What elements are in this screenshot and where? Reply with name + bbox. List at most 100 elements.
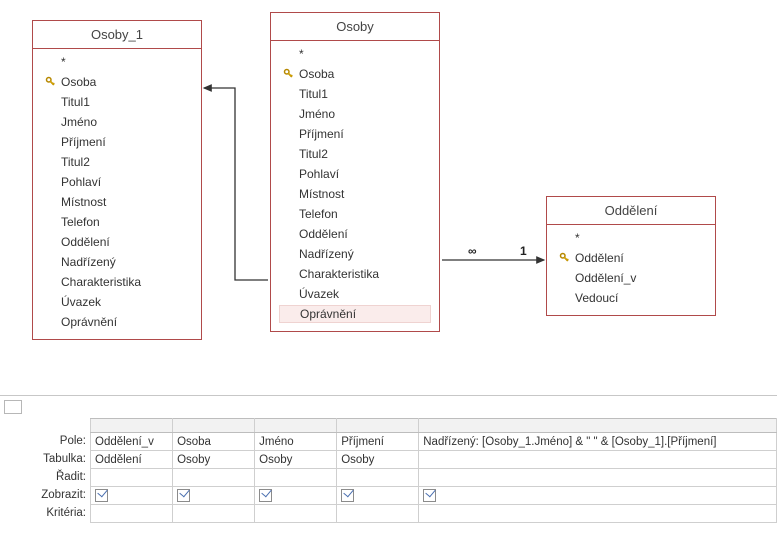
label-pole: Pole: xyxy=(0,432,86,450)
field-label: Nadřízený xyxy=(297,247,354,261)
pole-cell[interactable]: Příjmení xyxy=(337,433,419,451)
entity-field[interactable]: Oddělení xyxy=(41,233,193,251)
kriteria-cell[interactable] xyxy=(91,505,173,523)
pole-cell[interactable]: Oddělení_v xyxy=(91,433,173,451)
field-label: Oprávnění xyxy=(59,315,117,329)
column-selector[interactable] xyxy=(91,419,173,433)
field-label: Osoba xyxy=(297,67,334,81)
field-label: Titul1 xyxy=(59,95,90,109)
selector-box[interactable] xyxy=(4,400,22,414)
entity-fields: * Oddělení Oddělení_v Vedoucí xyxy=(547,225,715,315)
field-label: * xyxy=(297,47,304,61)
entity-field[interactable]: * xyxy=(41,53,193,71)
entity-field[interactable]: * xyxy=(555,229,707,247)
entity-field[interactable]: Oddělení xyxy=(555,249,707,267)
zobrazit-cell[interactable] xyxy=(255,487,337,505)
show-checkbox[interactable] xyxy=(177,489,190,502)
entity-field[interactable]: Titul1 xyxy=(41,93,193,111)
tabulka-cell[interactable]: Osoby xyxy=(255,451,337,469)
kriteria-cell[interactable] xyxy=(255,505,337,523)
entity-field[interactable]: Charakteristika xyxy=(279,265,431,283)
field-label: Místnost xyxy=(59,195,106,209)
kriteria-cell[interactable] xyxy=(337,505,419,523)
radit-cell[interactable] xyxy=(337,469,419,487)
entity-oddeleni[interactable]: Oddělení * Oddělení Oddělení_v Vedoucí xyxy=(546,196,716,316)
zobrazit-cell[interactable] xyxy=(419,487,777,505)
query-design-grid[interactable]: Pole: Tabulka: Řadit: Zobrazit: Kritéria… xyxy=(0,418,777,523)
entity-field[interactable]: Titul2 xyxy=(279,145,431,163)
field-label: Vedoucí xyxy=(573,291,618,305)
entity-field[interactable]: Nadřízený xyxy=(41,253,193,271)
pole-cell[interactable]: Jméno xyxy=(255,433,337,451)
entity-field[interactable]: Vedoucí xyxy=(555,289,707,307)
entity-field[interactable]: Pohlaví xyxy=(279,165,431,183)
kriteria-cell[interactable] xyxy=(419,505,777,523)
entity-field[interactable]: Úvazek xyxy=(41,293,193,311)
entity-osoby[interactable]: Osoby *OsobaTitul1JménoPříjmeníTitul2Poh… xyxy=(270,12,440,332)
field-label: Oddělení_v xyxy=(573,271,636,285)
radit-cell[interactable] xyxy=(91,469,173,487)
radit-cell[interactable] xyxy=(419,469,777,487)
entity-field[interactable]: Titul2 xyxy=(41,153,193,171)
column-selector[interactable] xyxy=(255,419,337,433)
show-checkbox[interactable] xyxy=(341,489,354,502)
column-selector[interactable] xyxy=(337,419,419,433)
entity-field[interactable]: Oprávnění xyxy=(41,313,193,331)
field-label: Pohlaví xyxy=(59,175,101,189)
entity-field[interactable]: Nadřízený xyxy=(279,245,431,263)
entity-field[interactable]: Osoba xyxy=(279,65,431,83)
field-label: Charakteristika xyxy=(59,275,141,289)
field-label: * xyxy=(573,231,580,245)
pane-divider[interactable] xyxy=(0,395,777,403)
entity-title: Oddělení xyxy=(547,197,715,225)
entity-title: Osoby_1 xyxy=(33,21,201,49)
entity-field[interactable]: Osoba xyxy=(41,73,193,91)
field-label: Jméno xyxy=(297,107,335,121)
show-checkbox[interactable] xyxy=(423,489,436,502)
entity-field[interactable]: Telefon xyxy=(41,213,193,231)
primary-key-icon xyxy=(557,252,573,264)
entity-field[interactable]: Charakteristika xyxy=(41,273,193,291)
zobrazit-cell[interactable] xyxy=(173,487,255,505)
column-selector[interactable] xyxy=(419,419,777,433)
field-label: Oprávnění xyxy=(298,307,356,321)
entity-field[interactable]: Oddělení xyxy=(279,225,431,243)
kriteria-cell[interactable] xyxy=(173,505,255,523)
show-checkbox[interactable] xyxy=(95,489,108,502)
entity-field[interactable]: Příjmení xyxy=(41,133,193,151)
radit-cell[interactable] xyxy=(255,469,337,487)
entity-field[interactable]: Titul1 xyxy=(279,85,431,103)
tabulka-cell[interactable]: Osoby xyxy=(173,451,255,469)
entity-field[interactable]: Oddělení_v xyxy=(555,269,707,287)
label-tabulka: Tabulka: xyxy=(0,450,86,468)
primary-key-icon xyxy=(43,76,59,88)
field-label: Oddělení xyxy=(59,235,110,249)
design-grid-table[interactable]: Oddělení_vOsobaJménoPříjmeníNadřízený: [… xyxy=(90,418,777,523)
tabulka-cell[interactable]: Oddělení xyxy=(91,451,173,469)
entity-field[interactable]: * xyxy=(279,45,431,63)
pole-cell[interactable]: Osoba xyxy=(173,433,255,451)
tabulka-cell[interactable]: Osoby xyxy=(337,451,419,469)
entity-field[interactable]: Jméno xyxy=(41,113,193,131)
zobrazit-cell[interactable] xyxy=(91,487,173,505)
entity-field[interactable]: Telefon xyxy=(279,205,431,223)
entity-field[interactable]: Pohlaví xyxy=(41,173,193,191)
primary-key-icon xyxy=(281,68,297,80)
entity-osoby1[interactable]: Osoby_1 * Osoba Titul1 Jméno Příjmení Titul2 P… xyxy=(32,20,202,340)
entity-field[interactable]: Oprávnění xyxy=(279,305,431,323)
field-label: Úvazek xyxy=(59,295,101,309)
show-checkbox[interactable] xyxy=(259,489,272,502)
entity-field[interactable]: Místnost xyxy=(41,193,193,211)
entity-field[interactable]: Jméno xyxy=(279,105,431,123)
entity-field[interactable]: Místnost xyxy=(279,185,431,203)
pole-cell[interactable]: Nadřízený: [Osoby_1.Jméno] & " " & [Osob… xyxy=(419,433,777,451)
column-selector[interactable] xyxy=(173,419,255,433)
entity-field[interactable]: Příjmení xyxy=(279,125,431,143)
entity-field[interactable]: Úvazek xyxy=(279,285,431,303)
radit-cell[interactable] xyxy=(173,469,255,487)
label-radit: Řadit: xyxy=(0,468,86,486)
tabulka-cell[interactable] xyxy=(419,451,777,469)
grid-row-labels: Pole: Tabulka: Řadit: Zobrazit: Kritéria… xyxy=(0,418,90,523)
relationship-diagram[interactable]: Osoby_1 * Osoba Titul1 Jméno Příjmení Titul2 P… xyxy=(0,0,777,395)
zobrazit-cell[interactable] xyxy=(337,487,419,505)
